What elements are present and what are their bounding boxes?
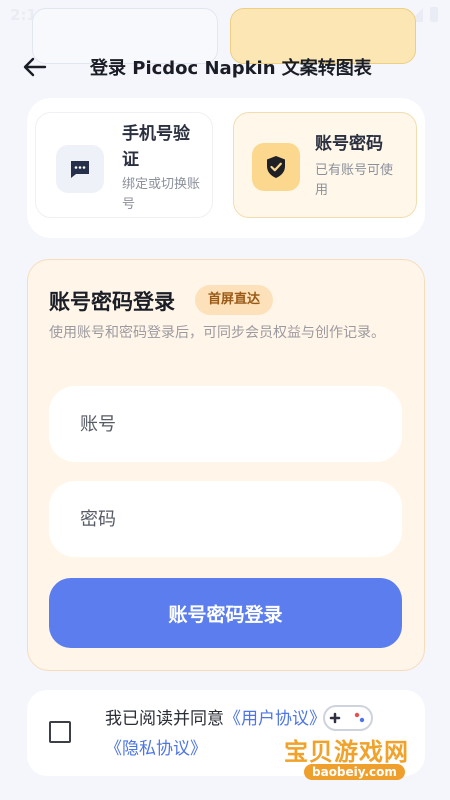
account-input[interactable] [49, 386, 402, 462]
message-icon-box [56, 145, 104, 193]
login-submit-button[interactable]: 账号密码登录 [49, 578, 402, 648]
phone-login-desc: 绑定或切换账号 [122, 177, 201, 212]
shield-icon-box [252, 143, 300, 191]
fast-access-badge: 首屏直达 [195, 285, 274, 315]
message-icon [71, 161, 89, 178]
account-login-title: 账号密码 [315, 134, 383, 154]
login-card: 账号密码登录 首屏直达 使用账号和密码登录后，可同步会员权益与创作记录。 账号密… [27, 259, 425, 671]
battery-icon [430, 7, 438, 22]
phone-login-title: 手机号验证 [122, 124, 190, 170]
app-header: 登录 Picdoc Napkin 文案转图表 [0, 44, 450, 88]
account-login-option[interactable]: 账号密码 已有账号可使用 [233, 112, 417, 218]
back-arrow-icon [23, 57, 47, 77]
watermark-text: 宝贝游戏网 [284, 738, 409, 766]
agreement-prefix: 我已阅读并同意 [105, 709, 224, 729]
watermark: 宝贝游戏网 baobeiy.com [272, 700, 430, 790]
watermark-url: baobeiy.com [304, 764, 405, 780]
shield-check-icon [267, 156, 285, 178]
phone-login-option[interactable]: 手机号验证 绑定或切换账号 [35, 112, 213, 218]
login-mode-panel: 手机号验证 绑定或切换账号 账号密码 已有账号可使用 [27, 98, 425, 238]
privacy-policy-link[interactable]: 《隐私协议》 [105, 739, 207, 759]
password-input[interactable] [49, 481, 402, 557]
agreement-checkbox[interactable] [49, 721, 71, 743]
login-card-description: 使用账号和密码登录后，可同步会员权益与创作记录。 [49, 325, 385, 341]
gamepad-icon [323, 705, 373, 731]
page-title: 登录 Picdoc Napkin 文案转图表 [90, 58, 372, 79]
login-card-title: 账号密码登录 [49, 290, 175, 314]
back-button[interactable] [18, 52, 52, 82]
account-login-desc: 已有账号可使用 [315, 163, 394, 198]
